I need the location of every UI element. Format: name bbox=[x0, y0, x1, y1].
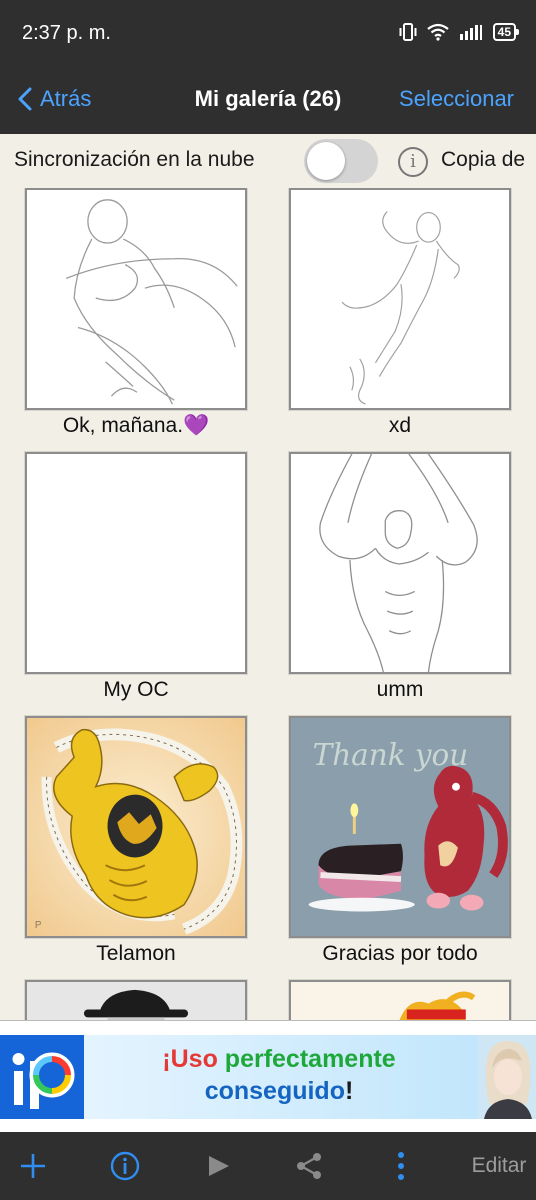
ad-text: ¡Uso perfectamente conseguido! bbox=[114, 1043, 444, 1107]
ad-character-image bbox=[478, 1035, 536, 1119]
gallery-item-title: Ok, mañana.💜 bbox=[62, 414, 210, 437]
gallery-item-title: Telamon bbox=[96, 942, 176, 965]
signal-icon bbox=[459, 25, 482, 40]
gallery-item-title: xd bbox=[388, 414, 412, 437]
gallery-item-title: Gracias por todo bbox=[322, 942, 478, 965]
painting-artwork bbox=[27, 982, 245, 1020]
more-icon bbox=[398, 1152, 404, 1180]
chevron-left-icon bbox=[18, 87, 32, 111]
info-icon bbox=[110, 1151, 140, 1181]
ad-text-end: ! bbox=[344, 1077, 354, 1105]
battery-icon: 45 bbox=[492, 23, 520, 41]
ad-text-highlight: perfectamente bbox=[224, 1045, 396, 1073]
back-label: Atrás bbox=[40, 86, 92, 111]
gallery-item-title: umm bbox=[376, 678, 424, 701]
nav-bar: Atrás Mi galería (26) Seleccionar bbox=[0, 66, 536, 134]
select-button[interactable]: Seleccionar bbox=[399, 86, 514, 112]
ibispaint-logo bbox=[0, 1035, 84, 1119]
play-icon bbox=[209, 1156, 229, 1176]
gallery-item-thumbnail[interactable] bbox=[25, 188, 247, 410]
status-icons: 45 bbox=[399, 22, 520, 42]
play-button[interactable] bbox=[194, 1132, 244, 1200]
info-icon[interactable]: i bbox=[398, 147, 428, 177]
share-button[interactable] bbox=[284, 1132, 334, 1200]
ad-line-2: conseguido! bbox=[114, 1075, 444, 1107]
sketch-artwork bbox=[341, 211, 460, 405]
gallery-item-thumbnail[interactable]: Thank you bbox=[289, 716, 511, 938]
ad-content: ¡Uso perfectamente conseguido! bbox=[84, 1035, 536, 1119]
gallery-item-thumbnail[interactable] bbox=[289, 452, 511, 674]
ad-banner[interactable]: ¡Uso perfectamente conseguido! bbox=[0, 1020, 536, 1132]
painting-artwork: Thank you bbox=[291, 718, 509, 936]
sketch-artwork bbox=[66, 199, 238, 405]
gallery-item-thumbnail[interactable]: P bbox=[25, 716, 247, 938]
status-bar: 2:37 p. m. 45 bbox=[0, 0, 536, 66]
sketch-artwork bbox=[319, 454, 478, 672]
cloud-sync-toggle[interactable] bbox=[304, 139, 378, 183]
gallery-item-thumbnail[interactable] bbox=[289, 980, 511, 1020]
info-button[interactable] bbox=[100, 1132, 150, 1200]
sync-row: Sincronización en la nube i Copia de bbox=[0, 134, 536, 188]
more-button[interactable] bbox=[376, 1132, 426, 1200]
add-icon bbox=[21, 1154, 45, 1178]
status-time: 2:37 p. m. bbox=[22, 22, 111, 44]
painting-artwork bbox=[291, 982, 509, 1020]
svg-text:P: P bbox=[35, 920, 42, 931]
add-button[interactable] bbox=[8, 1132, 58, 1200]
gallery-item-title: My OC bbox=[103, 678, 169, 701]
ad-line-1: ¡Uso perfectamente bbox=[114, 1043, 444, 1075]
ad-text-main: conseguido bbox=[204, 1077, 345, 1105]
bottom-toolbar: Editar bbox=[0, 1132, 536, 1200]
vibrate-icon bbox=[399, 23, 417, 41]
gallery-grid: Ok, mañana.💜 xd My OC umm P Telamon Than… bbox=[0, 188, 536, 1020]
share-icon bbox=[297, 1153, 321, 1179]
backup-label[interactable]: Copia de bbox=[441, 148, 525, 172]
painting-artwork: P bbox=[27, 718, 245, 936]
back-button[interactable]: Atrás bbox=[18, 86, 91, 112]
ad-text-start: ¡Uso bbox=[162, 1045, 225, 1073]
gallery-item-thumbnail[interactable] bbox=[25, 452, 247, 674]
gallery-item-thumbnail[interactable] bbox=[289, 188, 511, 410]
gallery-item-thumbnail[interactable] bbox=[25, 980, 247, 1020]
artwork-thank-you-text: Thank you bbox=[313, 738, 469, 772]
wifi-icon bbox=[426, 23, 449, 41]
toggle-knob bbox=[307, 142, 345, 180]
edit-button[interactable]: Editar bbox=[462, 1132, 536, 1200]
cloud-sync-label: Sincronización en la nube bbox=[14, 148, 255, 171]
